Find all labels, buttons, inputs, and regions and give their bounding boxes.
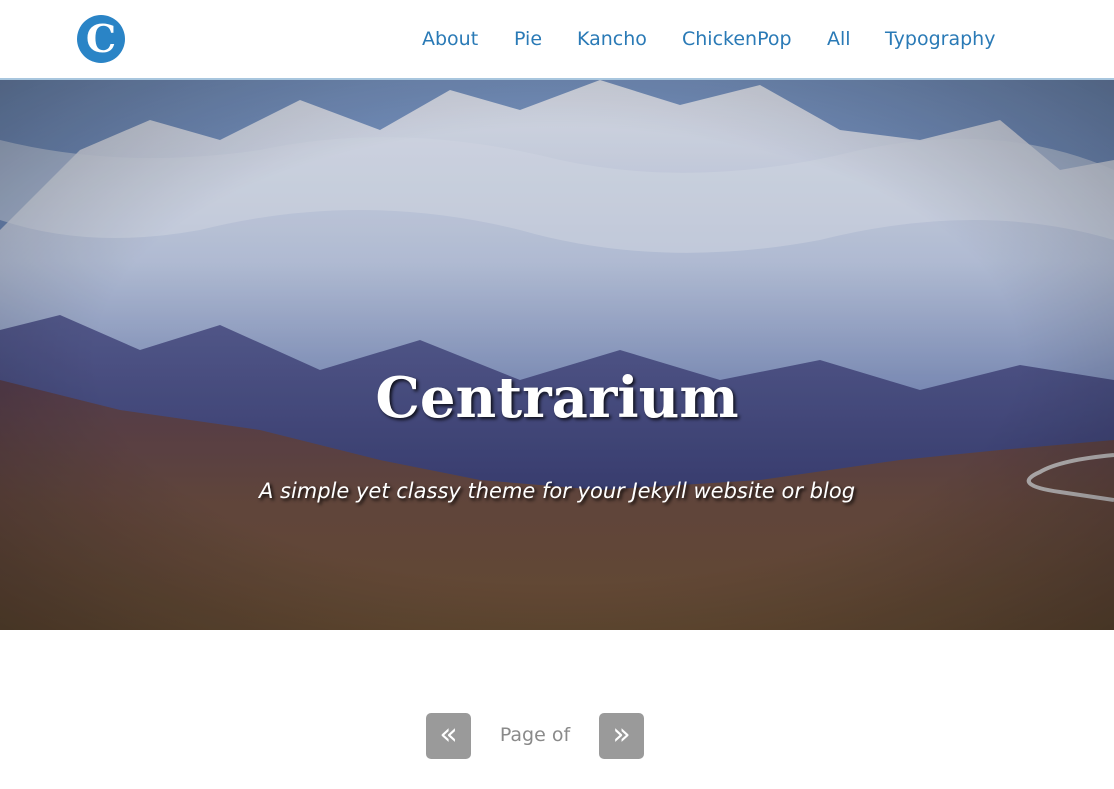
nav-link-about[interactable]: About: [422, 24, 478, 54]
site-logo-icon[interactable]: C: [77, 15, 125, 63]
double-chevron-left-icon: «: [439, 717, 458, 752]
mountain-background-image: [0, 80, 1114, 630]
page-indicator: Page of: [499, 724, 571, 746]
previous-page-button[interactable]: «: [426, 713, 471, 759]
nav-link-chickenpop[interactable]: ChickenPop: [682, 24, 792, 54]
nav-link-all[interactable]: All: [827, 24, 851, 54]
hero-title: Centrarium: [375, 365, 739, 431]
hero-banner: Centrarium A simple yet classy theme for…: [0, 80, 1114, 630]
hero-subtitle: A simple yet classy theme for your Jekyl…: [258, 479, 856, 503]
double-chevron-right-icon: »: [612, 717, 631, 752]
pagination: « Page of »: [0, 713, 1114, 759]
next-page-button[interactable]: »: [599, 713, 644, 759]
nav-link-typography[interactable]: Typography: [885, 24, 995, 54]
nav-link-kancho[interactable]: Kancho: [577, 24, 647, 54]
site-header: C About Pie Kancho ChickenPop All Typogr…: [0, 0, 1114, 80]
nav-link-pie[interactable]: Pie: [514, 24, 542, 54]
